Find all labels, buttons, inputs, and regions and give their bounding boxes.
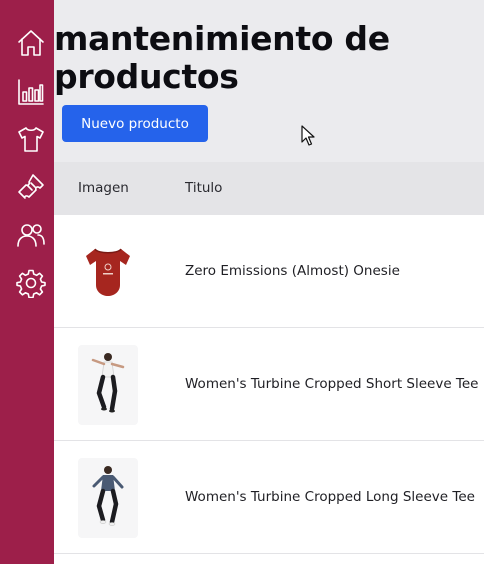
table-header: Imagen Titulo — [54, 162, 484, 215]
column-header-title: Titulo — [185, 180, 223, 196]
page-header: mantenimiento de productos Nuevo product… — [54, 0, 484, 162]
main-content: mantenimiento de productos Nuevo product… — [54, 0, 484, 564]
ticket-icon[interactable] — [14, 170, 48, 204]
chart-icon[interactable] — [14, 75, 48, 109]
table-row[interactable]: Women's Turbine Cropped Short Sleeve Tee — [54, 328, 484, 441]
users-icon[interactable] — [14, 218, 48, 252]
product-thumbnail-tee-short[interactable] — [78, 345, 138, 425]
product-title: Women's Turbine Cropped Long Sleeve Tee — [185, 489, 475, 505]
product-title: Zero Emissions (Almost) Onesie — [185, 263, 400, 279]
column-header-image: Imagen — [78, 180, 129, 196]
mouse-cursor-icon — [301, 125, 315, 146]
table-row[interactable]: Women's Turbine Cropped Long Sleeve Tee — [54, 441, 484, 554]
home-icon[interactable] — [14, 26, 48, 60]
product-title: Women's Turbine Cropped Short Sleeve Tee — [185, 376, 479, 392]
page-title: mantenimiento de productos — [54, 19, 390, 96]
product-thumbnail-onesie[interactable] — [78, 232, 138, 312]
table-row[interactable]: Zero Emissions (Almost) Onesie — [54, 215, 484, 328]
new-product-button[interactable]: Nuevo producto — [62, 105, 208, 142]
sidebar — [0, 0, 54, 564]
gear-icon[interactable] — [14, 266, 48, 300]
shirt-icon[interactable] — [14, 122, 48, 156]
product-thumbnail-tee-long[interactable] — [78, 458, 138, 538]
